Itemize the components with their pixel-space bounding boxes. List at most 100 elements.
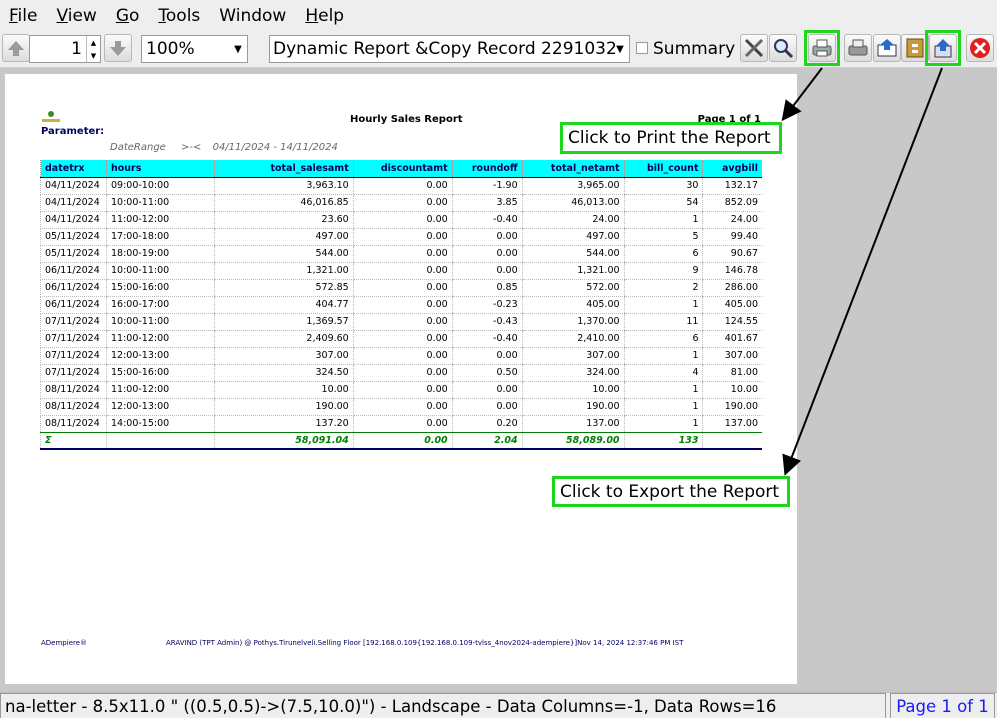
- parameter-range-operator: >-<: [181, 142, 202, 153]
- spinner-up-icon[interactable]: ▲: [91, 39, 96, 47]
- next-page-button[interactable]: [104, 34, 132, 62]
- table-cell: 14:00-15:00: [105, 415, 215, 433]
- summary-checkbox[interactable]: [636, 42, 648, 54]
- table-cell: 0.00: [352, 194, 453, 212]
- table-row: 08/11/2024 12:00-13:00 190.00 0.00 0.00 190.0…: [40, 398, 762, 416]
- table-cell: 0.00: [352, 381, 453, 399]
- column-header-hours: hours: [105, 160, 215, 177]
- table-cell: 12:00-13:00: [105, 347, 215, 365]
- table-cell: 16:00-17:00: [105, 296, 215, 314]
- table-cell: 0.00: [352, 398, 453, 416]
- column-header-total-salesamt: total_salesamt: [213, 160, 354, 177]
- table-cell: 4: [623, 364, 703, 382]
- table-cell: 46,013.00: [521, 194, 625, 212]
- table-cell: 04/11/2024: [40, 194, 107, 212]
- table-cell: 81.00: [702, 364, 762, 382]
- menu-tools[interactable]: Tools: [149, 6, 210, 26]
- page-spinner[interactable]: ▲ ▼: [86, 36, 100, 62]
- table-cell: 0.00: [352, 415, 453, 433]
- table-cell: 0.00: [352, 313, 453, 331]
- email-button[interactable]: [873, 34, 901, 62]
- table-cell: 0.00: [451, 381, 523, 399]
- close-icon: [970, 38, 990, 58]
- chevron-down-icon[interactable]: ▼: [229, 36, 247, 62]
- archive-icon: [906, 38, 924, 58]
- table-cell: 1,369.57: [213, 313, 354, 331]
- report-select[interactable]: Dynamic Report &Copy Record 2291032 ▼: [269, 35, 630, 63]
- close-button[interactable]: [966, 34, 994, 62]
- table-cell: 146.78: [702, 262, 762, 280]
- menu-view[interactable]: View: [47, 6, 106, 26]
- table-cell: 04/11/2024: [40, 177, 107, 195]
- table-cell: 0.00: [451, 347, 523, 365]
- table-cell: 08/11/2024: [40, 381, 107, 399]
- spinner-down-icon[interactable]: ▼: [91, 52, 96, 60]
- table-cell: 3.85: [451, 194, 523, 212]
- table-cell: 17:00-18:00: [105, 228, 215, 246]
- table-cell: 05/11/2024: [40, 228, 107, 246]
- table-cell: 190.00: [702, 398, 762, 416]
- table-cell: 05/11/2024: [40, 245, 107, 263]
- table-cell: -1.90: [451, 177, 523, 195]
- menu-help[interactable]: Help: [296, 6, 354, 26]
- menu-go[interactable]: Go: [107, 6, 150, 26]
- summary-label: Summary: [653, 39, 736, 59]
- table-row: 08/11/2024 11:00-12:00 10.00 0.00 0.00 10.00 1…: [40, 381, 762, 399]
- table-cell: 1: [623, 398, 703, 416]
- chevron-down-icon[interactable]: ▼: [611, 36, 629, 62]
- table-cell: 0.00: [352, 330, 453, 348]
- customize-icon: [744, 38, 764, 58]
- table-cell: 11:00-12:00: [105, 330, 215, 348]
- table-cell: -0.23: [451, 296, 523, 314]
- table-cell: 572.00: [521, 279, 625, 297]
- sum-icon: Σ: [40, 431, 107, 450]
- table-cell: 0.00: [352, 262, 453, 280]
- table-cell: 0.00: [352, 296, 453, 314]
- menu-file[interactable]: File: [0, 6, 47, 26]
- table-row: 08/11/2024 14:00-15:00 137.20 0.00 0.20 137.0…: [40, 415, 762, 433]
- table-cell: 324.00: [521, 364, 625, 382]
- zoom-select[interactable]: 100% ▼: [141, 35, 248, 63]
- table-cell: 124.55: [702, 313, 762, 331]
- table-cell: 3,963.10: [213, 177, 354, 195]
- previous-page-button[interactable]: [2, 34, 30, 62]
- table-cell: 497.00: [521, 228, 625, 246]
- toolbar: 1 ▲ ▼ 100% ▼ Dynamic Report &Copy Record …: [0, 30, 997, 68]
- table-cell: 307.00: [702, 347, 762, 365]
- find-button[interactable]: [769, 34, 797, 62]
- table-cell: -0.40: [451, 330, 523, 348]
- table-cell: 2,409.60: [213, 330, 354, 348]
- table-cell: 23.60: [213, 211, 354, 229]
- table-cell: 06/11/2024: [40, 296, 107, 314]
- table-cell: 10.00: [702, 381, 762, 399]
- column-header-roundoff: roundoff: [451, 160, 523, 177]
- table-cell: 286.00: [702, 279, 762, 297]
- total-cell: [105, 431, 215, 450]
- table-cell: 6: [623, 245, 703, 263]
- report-select-value: Dynamic Report &Copy Record 2291032: [273, 39, 617, 59]
- menu-window[interactable]: Window: [210, 6, 296, 26]
- column-header-discountamt: discountamt: [352, 160, 453, 177]
- send-mail-button[interactable]: [844, 34, 872, 62]
- total-cell: 133: [623, 431, 703, 450]
- table-cell: 6: [623, 330, 703, 348]
- column-header-avgbill: avgbill: [702, 160, 762, 177]
- table-cell: 1: [623, 415, 703, 433]
- table-cell: 2: [623, 279, 703, 297]
- table-cell: 572.85: [213, 279, 354, 297]
- total-cell: 2.04: [451, 431, 523, 450]
- report-title: Hourly Sales Report: [350, 114, 463, 125]
- table-row: 06/11/2024 10:00-11:00 1,321.00 0.00 0.00 1,3…: [40, 262, 762, 280]
- print-callout: Click to Print the Report: [560, 122, 782, 154]
- total-cell: 58,089.00: [521, 431, 625, 450]
- total-cell: 58,091.04: [213, 431, 354, 450]
- table-cell: 405.00: [521, 296, 625, 314]
- table-cell: 08/11/2024: [40, 398, 107, 416]
- customize-button[interactable]: [740, 34, 768, 62]
- page-number-field[interactable]: 1 ▲ ▼: [29, 35, 101, 63]
- report-viewer[interactable]: Hourly Sales Report Page 1 of 1 Paramete…: [0, 67, 997, 692]
- table-cell: 1: [623, 347, 703, 365]
- table-cell: 08/11/2024: [40, 415, 107, 433]
- table-cell: 0.00: [352, 177, 453, 195]
- table-cell: 09:00-10:00: [105, 177, 215, 195]
